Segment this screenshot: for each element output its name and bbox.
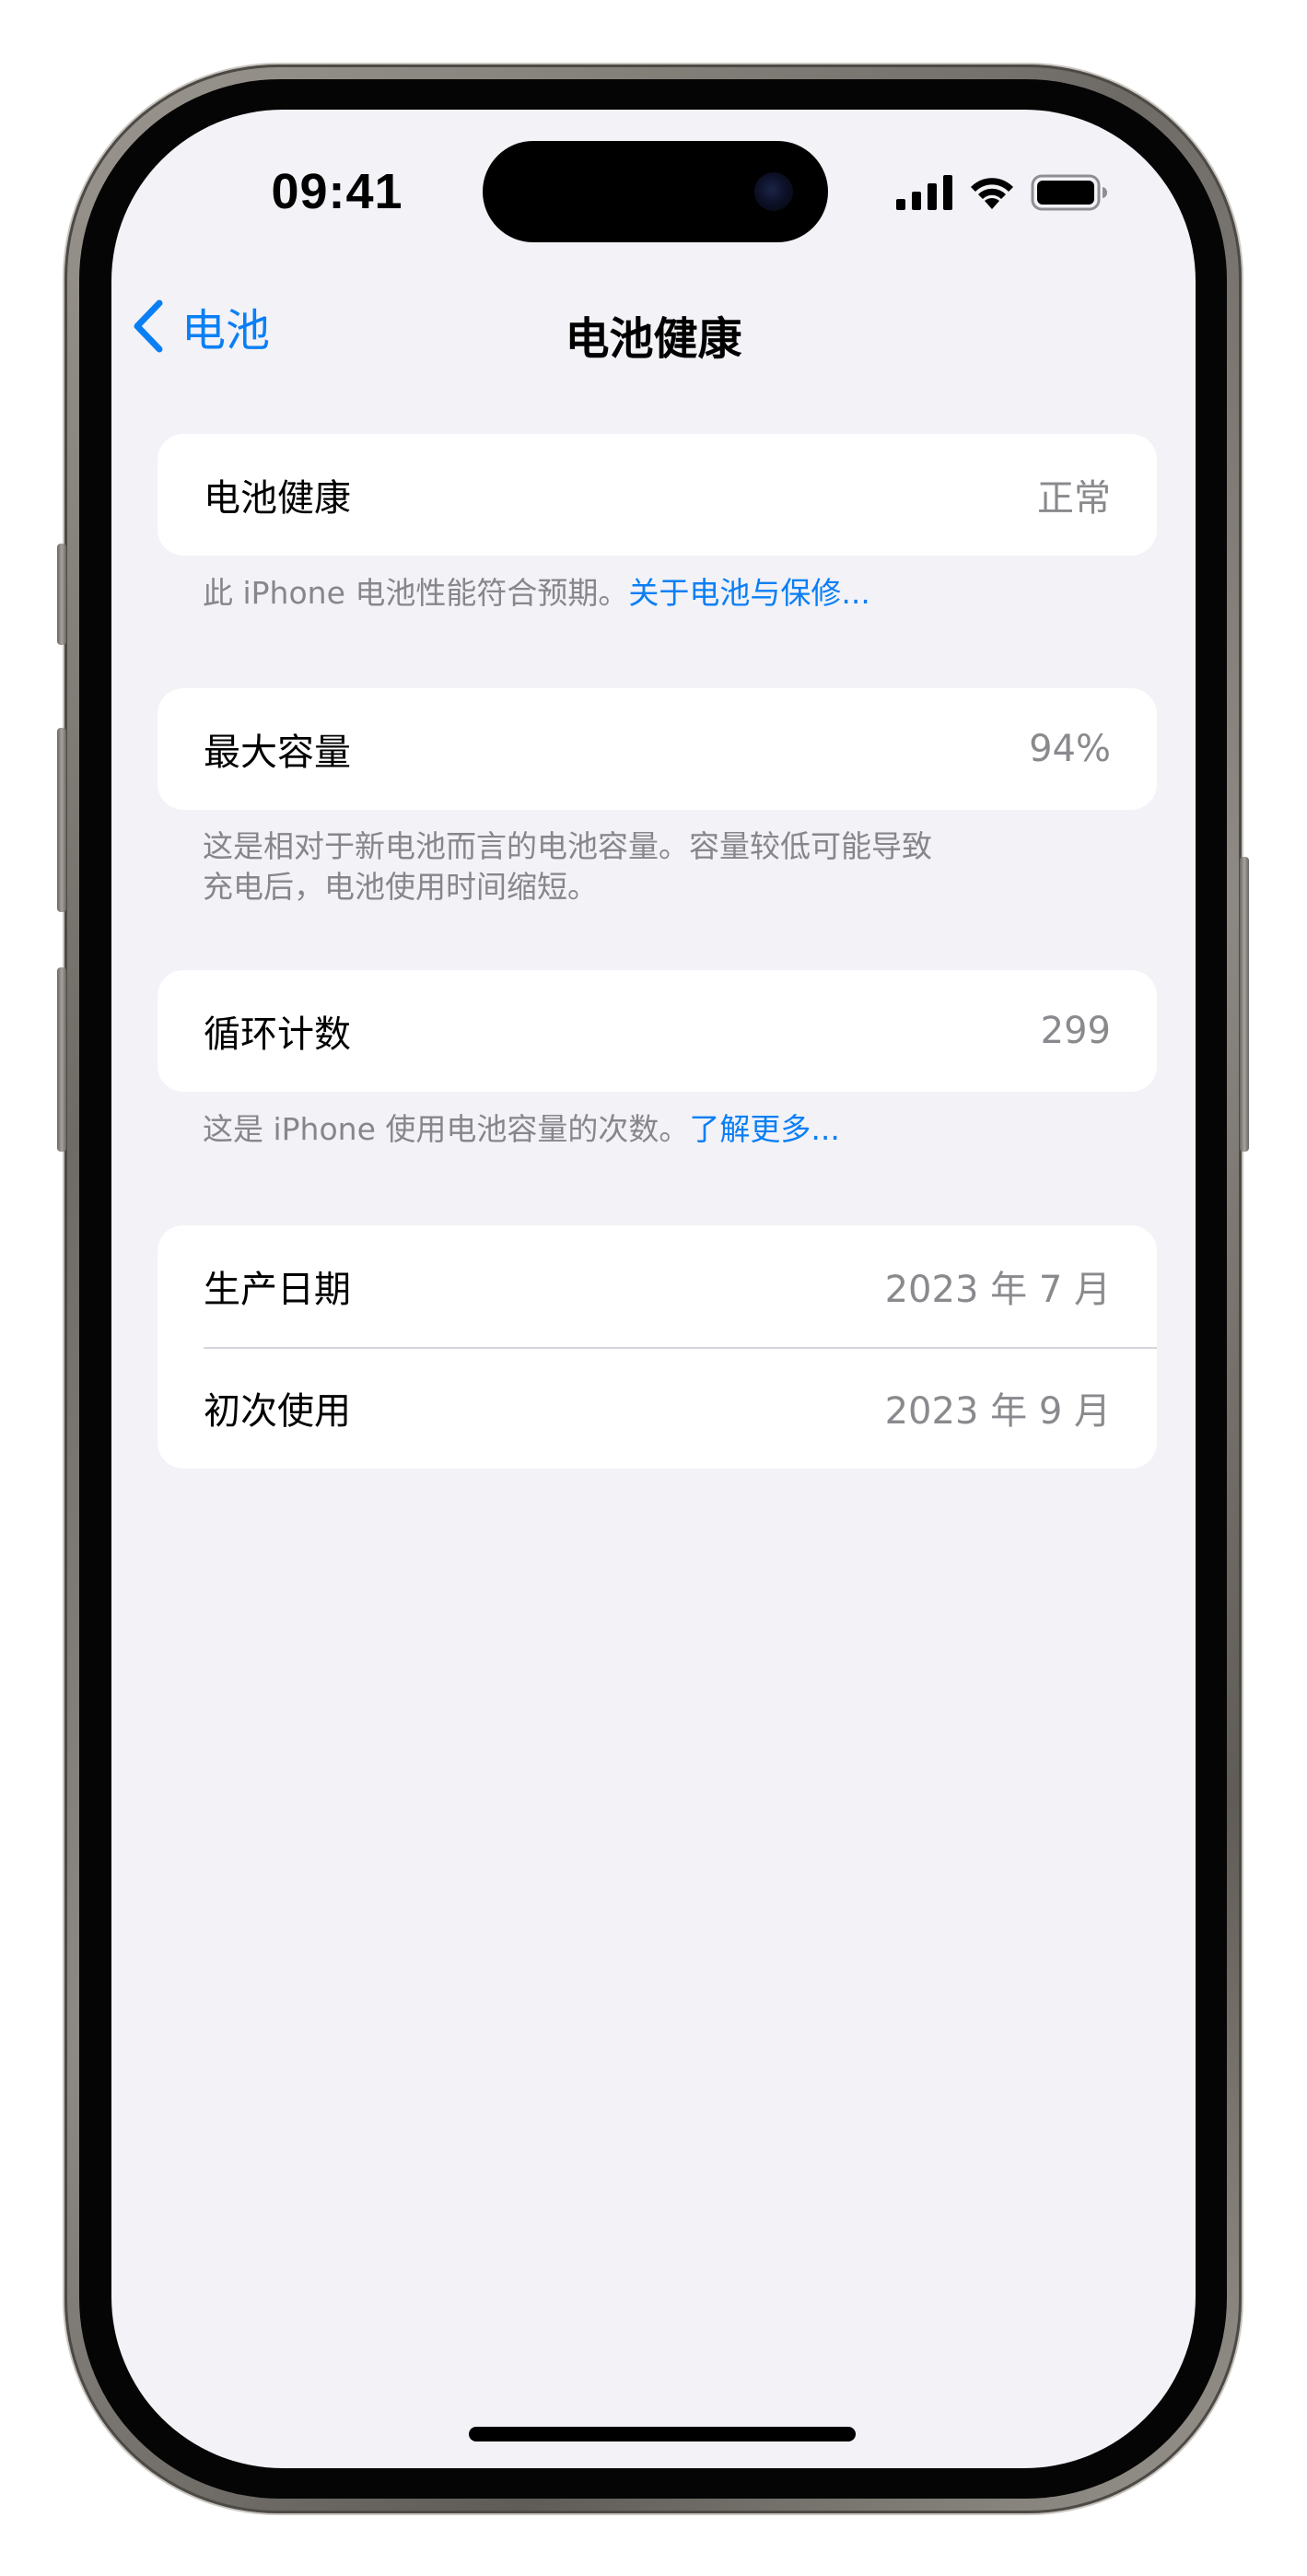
battery-health-group: 电池健康 正常 bbox=[158, 434, 1157, 556]
cycle-count-row: 循环计数 299 bbox=[158, 970, 1157, 1092]
status-icons bbox=[896, 172, 1108, 213]
page-title: 电池健康 bbox=[565, 313, 742, 365]
max-capacity-footnote-line2: 充电后，电池使用时间缩短。 bbox=[203, 869, 598, 905]
max-capacity-footnote: 这是相对于新电池而言的电池容量。容量较低可能导致 充电后，电池使用时间缩短。 bbox=[203, 826, 1032, 907]
action-button bbox=[57, 544, 66, 645]
first-use-label: 初次使用 bbox=[204, 1390, 351, 1433]
dates-group: 生产日期 2023 年 7 月 初次使用 2023 年 9 月 bbox=[158, 1225, 1157, 1469]
first-use-row: 初次使用 2023 年 9 月 bbox=[158, 1347, 1157, 1469]
screen: 09:41 电池 电池健康 电池健康 正常 此 iPhone 电池性能符合预期。… bbox=[111, 110, 1196, 2468]
device-mockup: 09:41 电池 电池健康 电池健康 正常 此 iPhone 电池性能符合预期。… bbox=[0, 0, 1307, 2576]
battery-health-footnote-text: 此 iPhone 电池性能符合预期。 bbox=[203, 575, 629, 611]
power-button bbox=[1240, 857, 1249, 1152]
manufacture-date-value: 2023 年 7 月 bbox=[884, 1269, 1111, 1311]
dynamic-island bbox=[483, 141, 828, 242]
max-capacity-value: 94% bbox=[1029, 728, 1111, 770]
cellular-signal-icon bbox=[896, 175, 952, 210]
cycle-count-label: 循环计数 bbox=[204, 1013, 351, 1056]
max-capacity-group: 最大容量 94% bbox=[158, 688, 1157, 810]
cycle-count-group: 循环计数 299 bbox=[158, 970, 1157, 1092]
volume-down-button bbox=[57, 967, 66, 1152]
battery-icon bbox=[1031, 174, 1107, 211]
cycle-count-footnote-text: 这是 iPhone 使用电池容量的次数。 bbox=[203, 1111, 690, 1147]
volume-up-button bbox=[57, 728, 66, 912]
home-indicator[interactable] bbox=[469, 2427, 856, 2441]
navigation-bar: 电池 电池健康 bbox=[111, 271, 1196, 372]
battery-health-value: 正常 bbox=[1037, 477, 1111, 520]
battery-health-footnote: 此 iPhone 电池性能符合预期。关于电池与保修... bbox=[203, 573, 1032, 614]
battery-warranty-link[interactable]: 关于电池与保修... bbox=[628, 575, 869, 611]
max-capacity-footnote-line1: 这是相对于新电池而言的电池容量。容量较低可能导致 bbox=[203, 828, 932, 864]
battery-health-row: 电池健康 正常 bbox=[158, 434, 1157, 556]
max-capacity-row: 最大容量 94% bbox=[158, 688, 1157, 810]
manufacture-date-row: 生产日期 2023 年 7 月 bbox=[158, 1225, 1157, 1347]
status-time: 09:41 bbox=[271, 164, 403, 219]
max-capacity-label: 最大容量 bbox=[204, 732, 351, 774]
camera-icon bbox=[754, 172, 793, 211]
learn-more-link[interactable]: 了解更多... bbox=[689, 1111, 839, 1147]
wifi-icon bbox=[971, 178, 1013, 209]
first-use-value: 2023 年 9 月 bbox=[884, 1390, 1111, 1433]
cycle-count-value: 299 bbox=[1040, 1010, 1111, 1052]
cycle-count-footnote: 这是 iPhone 使用电池容量的次数。了解更多... bbox=[203, 1109, 1032, 1150]
manufacture-date-label: 生产日期 bbox=[204, 1269, 351, 1311]
battery-health-label: 电池健康 bbox=[204, 477, 351, 520]
